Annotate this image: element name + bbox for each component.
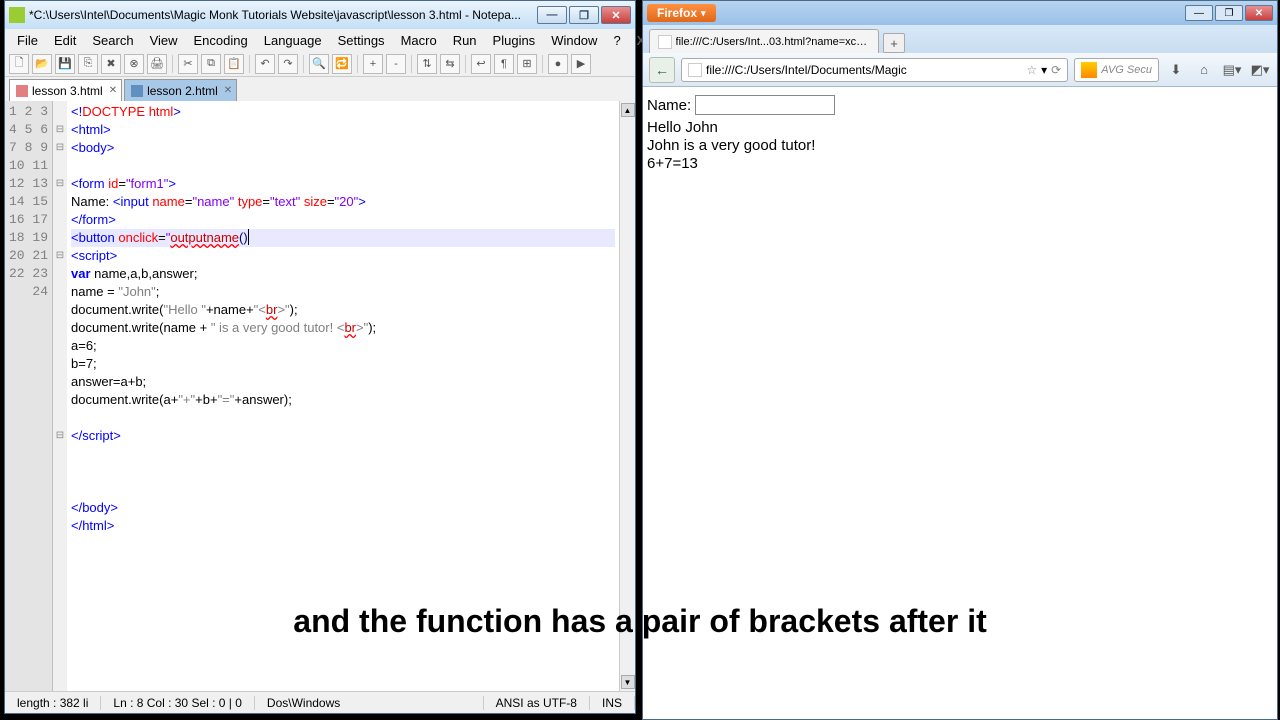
tab-lesson-2[interactable]: lesson 2.html ✕: [124, 79, 237, 101]
notepad-plus-plus-window: *C:\Users\Intel\Documents\Magic Monk Tut…: [4, 0, 636, 714]
firefox-nav-toolbar: ← file:///C:/Users/Intel/Documents/Magic…: [643, 53, 1277, 87]
avg-placeholder: AVG Secu: [1101, 64, 1152, 76]
zoom-out-icon[interactable]: -: [386, 54, 406, 74]
editor-area[interactable]: 1 2 3 4 5 6 7 8 9 10 11 12 13 14 15 16 1…: [5, 101, 635, 691]
menu-help[interactable]: ?: [605, 31, 628, 50]
tab-lesson-3[interactable]: lesson 3.html ✕: [9, 79, 122, 101]
addon-icon[interactable]: ◩▾: [1249, 59, 1271, 81]
menu-encoding[interactable]: Encoding: [186, 31, 256, 50]
npp-titlebar[interactable]: *C:\Users\Intel\Documents\Magic Monk Tut…: [5, 1, 635, 29]
new-tab-button[interactable]: +: [883, 33, 905, 53]
vertical-scrollbar[interactable]: ▲ ▼: [619, 101, 635, 691]
npp-document-tabs: lesson 3.html ✕ lesson 2.html ✕: [5, 77, 635, 101]
home-icon[interactable]: ⌂: [1193, 59, 1215, 81]
back-button[interactable]: ←: [649, 57, 675, 83]
find-icon[interactable]: 🔍: [309, 54, 329, 74]
tab-label: lesson 3.html: [32, 84, 103, 98]
npp-toolbar: 🗋 📂 💾 ⎘ ✖ ⊗ 🖨 ✂ ⧉ 📋 ↶ ↷ 🔍 🔁 + - ⇅ ⇆ ↩ ¶ …: [5, 51, 635, 77]
menu-search[interactable]: Search: [84, 31, 141, 50]
menu-plugins[interactable]: Plugins: [485, 31, 544, 50]
output-line-3: 6+7=13: [647, 155, 1273, 172]
output-line-1: Hello John: [647, 119, 1273, 136]
firefox-window: Firefox — ❐ ✕ file:///C:/Users/Int...03.…: [642, 0, 1278, 720]
fold-column[interactable]: ⊟ ⊟ ⊟ ⊟ ⊟: [53, 101, 67, 691]
tab-close-icon[interactable]: ✕: [109, 85, 117, 96]
new-file-icon[interactable]: 🗋: [9, 54, 29, 74]
downloads-icon[interactable]: ⬇: [1165, 59, 1187, 81]
line-number-gutter: 1 2 3 4 5 6 7 8 9 10 11 12 13 14 15 16 1…: [5, 101, 53, 691]
close-doc-icon[interactable]: ✖: [101, 54, 121, 74]
npp-statusbar: length : 382 li Ln : 8 Col : 30 Sel : 0 …: [5, 691, 635, 713]
status-position: Ln : 8 Col : 30 Sel : 0 | 0: [101, 696, 255, 710]
name-label: Name:: [647, 97, 691, 114]
replace-icon[interactable]: 🔁: [332, 54, 352, 74]
tab-title: file:///C:/Users/Int...03.html?name=xcxc…: [676, 36, 870, 48]
sync-h-icon[interactable]: ⇆: [440, 54, 460, 74]
maximize-button[interactable]: ❐: [569, 6, 599, 24]
scroll-down-icon[interactable]: ▼: [621, 675, 635, 689]
minimize-button[interactable]: —: [537, 6, 567, 24]
print-icon[interactable]: 🖨: [147, 54, 167, 74]
zoom-in-icon[interactable]: +: [363, 54, 383, 74]
wordwrap-icon[interactable]: ↩: [471, 54, 491, 74]
npp-title-text: *C:\Users\Intel\Documents\Magic Monk Tut…: [29, 8, 537, 22]
firefox-menu-button[interactable]: Firefox: [647, 4, 716, 22]
page-icon: [658, 35, 672, 49]
tab-label: lesson 2.html: [147, 84, 218, 98]
name-input[interactable]: [695, 95, 835, 115]
tab-close-icon[interactable]: ✕: [224, 85, 232, 96]
redo-icon[interactable]: ↷: [278, 54, 298, 74]
close-button[interactable]: ✕: [1245, 5, 1273, 21]
status-insert-mode: INS: [590, 696, 635, 710]
status-length: length : 382 li: [5, 696, 101, 710]
menu-language[interactable]: Language: [256, 31, 330, 50]
menu-edit[interactable]: Edit: [46, 31, 84, 50]
status-eol: Dos\Windows: [255, 696, 484, 710]
scroll-up-icon[interactable]: ▲: [621, 103, 635, 117]
cut-icon[interactable]: ✂: [178, 54, 198, 74]
avg-search-box[interactable]: AVG Secu: [1074, 58, 1159, 82]
status-encoding: ANSI as UTF-8: [484, 696, 590, 710]
url-bar[interactable]: file:///C:/Users/Intel/Documents/Magic ☆…: [681, 58, 1068, 82]
menu-window[interactable]: Window: [543, 31, 605, 50]
macro-record-icon[interactable]: ●: [548, 54, 568, 74]
npp-app-icon: [9, 7, 25, 23]
browser-tab[interactable]: file:///C:/Users/Int...03.html?name=xcxc…: [649, 29, 879, 53]
output-line-2: John is a very good tutor!: [647, 137, 1273, 154]
page-content: Name: Hello John John is a very good tut…: [643, 87, 1277, 719]
file-icon: [131, 85, 143, 97]
menu-settings[interactable]: Settings: [330, 31, 393, 50]
maximize-button[interactable]: ❐: [1215, 5, 1243, 21]
show-all-icon[interactable]: ¶: [494, 54, 514, 74]
avg-icon: [1081, 62, 1097, 78]
undo-icon[interactable]: ↶: [255, 54, 275, 74]
code-text-area[interactable]: <!DOCTYPE html><html><body><form id="for…: [67, 101, 619, 691]
save-all-icon[interactable]: ⎘: [78, 54, 98, 74]
site-identity-icon[interactable]: [688, 63, 702, 77]
open-file-icon[interactable]: 📂: [32, 54, 52, 74]
menu-view[interactable]: View: [142, 31, 186, 50]
menu-file[interactable]: File: [9, 31, 46, 50]
bookmark-star-icon[interactable]: ☆: [1026, 63, 1037, 77]
minimize-button[interactable]: —: [1185, 5, 1213, 21]
paste-icon[interactable]: 📋: [224, 54, 244, 74]
menu-macro[interactable]: Macro: [393, 31, 445, 50]
firefox-tabs: file:///C:/Users/Int...03.html?name=xcxc…: [643, 25, 1277, 53]
modified-file-icon: [16, 85, 28, 97]
macro-play-icon[interactable]: ▶: [571, 54, 591, 74]
url-text: file:///C:/Users/Intel/Documents/Magic: [706, 63, 1022, 77]
save-icon[interactable]: 💾: [55, 54, 75, 74]
menu-run[interactable]: Run: [445, 31, 485, 50]
firefox-menu-label: Firefox: [657, 6, 697, 20]
close-button[interactable]: ✕: [601, 6, 631, 24]
firefox-tabstrip[interactable]: Firefox — ❐ ✕: [643, 1, 1277, 25]
close-all-icon[interactable]: ⊗: [124, 54, 144, 74]
bookmarks-icon[interactable]: ▤▾: [1221, 59, 1243, 81]
sync-v-icon[interactable]: ⇅: [417, 54, 437, 74]
indent-guide-icon[interactable]: ⊞: [517, 54, 537, 74]
npp-menubar: File Edit Search View Encoding Language …: [5, 29, 635, 51]
copy-icon[interactable]: ⧉: [201, 54, 221, 74]
reload-icon[interactable]: ⟳: [1051, 63, 1061, 77]
